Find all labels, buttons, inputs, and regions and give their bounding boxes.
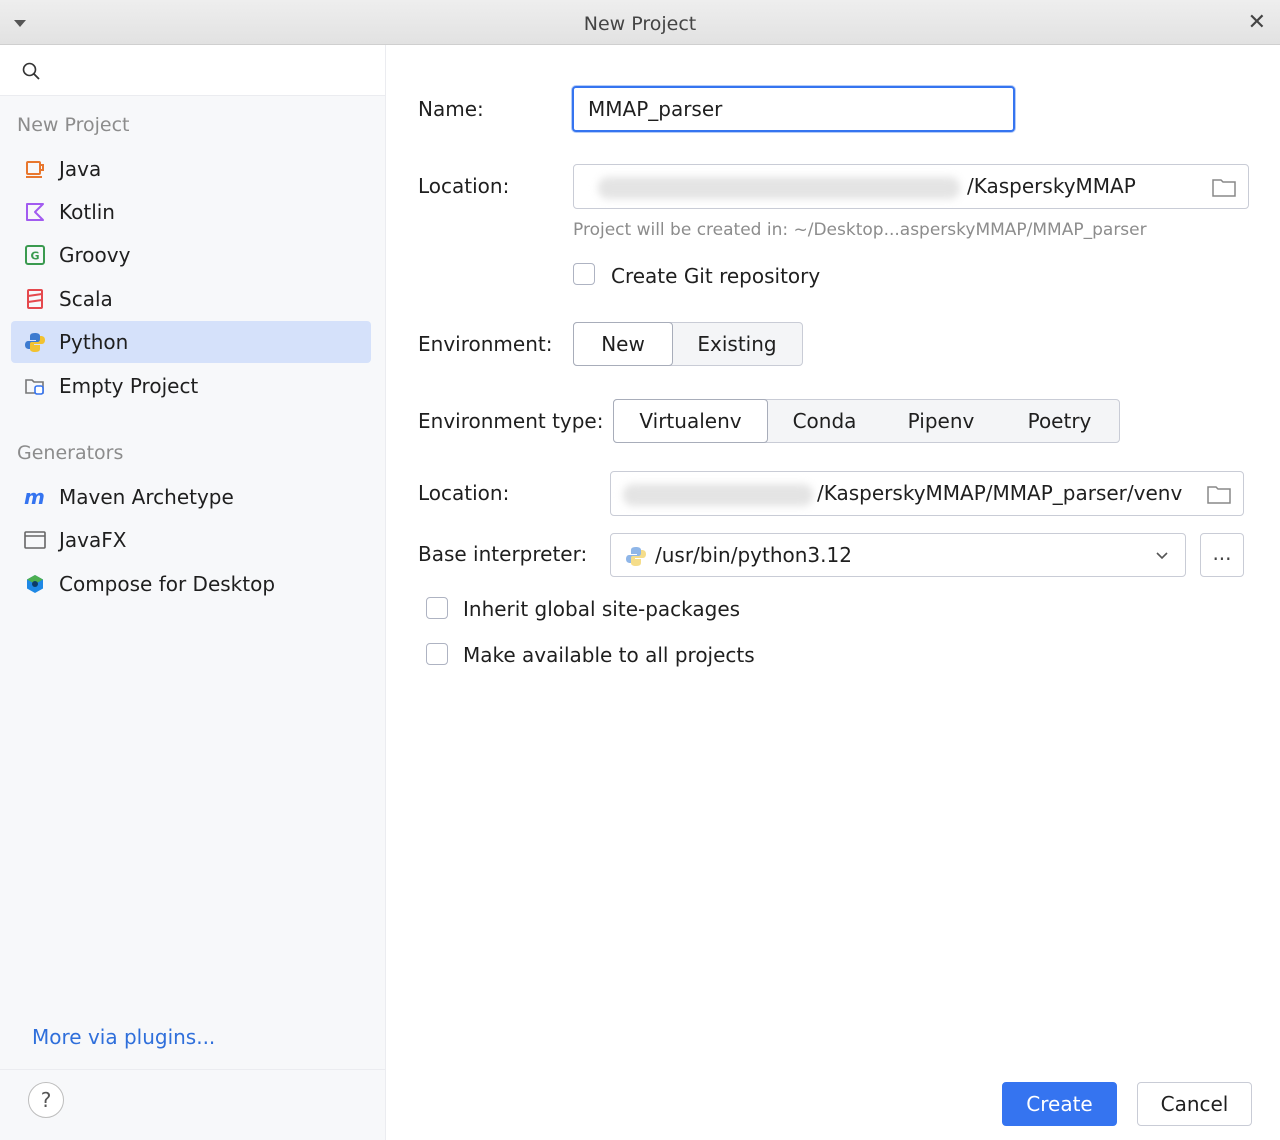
more-via-plugins-link[interactable]: More via plugins... xyxy=(32,1025,215,1049)
svg-text:G: G xyxy=(30,250,39,263)
create-git-label: Create Git repository xyxy=(611,264,821,288)
env-type-pipenv-option[interactable]: Pipenv xyxy=(882,400,1000,442)
sidebar-item-groovy[interactable]: G Groovy xyxy=(11,234,371,276)
folder-icon[interactable] xyxy=(1207,484,1231,504)
sidebar-item-label: Groovy xyxy=(59,243,131,267)
section-generators: Generators xyxy=(17,442,124,464)
sidebar-item-label: JavaFX xyxy=(59,528,127,552)
python-icon xyxy=(626,547,646,566)
location-input[interactable]: /KasperskyMMAP xyxy=(573,164,1249,209)
venv-location-label: Location: xyxy=(418,481,510,505)
location-value: /KasperskyMMAP xyxy=(967,174,1136,198)
empty-project-icon xyxy=(25,379,44,395)
env-type-virtualenv-option[interactable]: Virtualenv xyxy=(613,399,768,443)
make-available-checkbox[interactable] xyxy=(426,643,448,665)
project-path-hint: Project will be created in: ~/Desktop...… xyxy=(573,220,1147,240)
sidebar-item-label: Java xyxy=(59,157,102,181)
venv-location-value: /KasperskyMMAP/MMAP_parser/venv xyxy=(817,481,1183,505)
sidebar-item-compose-for-desktop[interactable]: Compose for Desktop xyxy=(11,563,371,605)
groovy-icon: G xyxy=(25,245,45,265)
kotlin-icon xyxy=(26,203,44,221)
sidebar-item-label: Empty Project xyxy=(59,374,199,398)
name-label: Name: xyxy=(418,97,484,121)
sidebar-item-java[interactable]: Java xyxy=(11,148,371,190)
redacted-path xyxy=(598,177,960,199)
environment-toggle: New Existing xyxy=(573,322,803,366)
redacted-path xyxy=(623,484,813,506)
help-button[interactable]: ? xyxy=(28,1082,64,1118)
scala-icon xyxy=(27,289,43,309)
folder-icon[interactable] xyxy=(1212,177,1236,197)
sidebar-item-python[interactable]: Python xyxy=(11,321,371,363)
create-button[interactable]: Create xyxy=(1002,1082,1117,1126)
create-git-checkbox[interactable] xyxy=(573,263,595,285)
environment-new-option[interactable]: New xyxy=(573,322,673,366)
browse-interpreter-button[interactable]: ... xyxy=(1200,533,1244,577)
inherit-site-packages-label: Inherit global site-packages xyxy=(463,597,741,621)
base-interpreter-label: Base interpreter: xyxy=(418,542,588,566)
maven-icon: m xyxy=(24,486,45,508)
sidebar-item-label: Scala xyxy=(59,287,113,311)
inherit-site-packages-checkbox[interactable] xyxy=(426,597,448,619)
chevron-down-icon xyxy=(1156,552,1168,560)
sidebar-item-javafx[interactable]: JavaFX xyxy=(11,519,371,561)
svg-text:m: m xyxy=(24,486,45,508)
sidebar-item-maven-archetype[interactable]: m Maven Archetype xyxy=(11,476,371,518)
close-icon[interactable]: ✕ xyxy=(1248,10,1266,35)
environment-existing-option[interactable]: Existing xyxy=(672,323,802,365)
title-bar: New Project ✕ xyxy=(0,0,1280,45)
venv-location-input[interactable]: /KasperskyMMAP/MMAP_parser/venv xyxy=(610,471,1244,516)
python-icon xyxy=(25,333,45,352)
compose-icon xyxy=(27,575,43,593)
sidebar-divider xyxy=(0,1069,385,1070)
sidebar-item-label: Python xyxy=(59,330,129,354)
sidebar: New Project Java Kotlin G Groovy Scala P… xyxy=(0,45,386,1140)
javafx-window-icon xyxy=(24,531,46,549)
make-available-label: Make available to all projects xyxy=(463,643,755,667)
env-type-poetry-option[interactable]: Poetry xyxy=(1000,400,1119,442)
search-bar[interactable] xyxy=(0,45,385,96)
sidebar-item-label: Maven Archetype xyxy=(59,485,234,509)
section-new-project: New Project xyxy=(17,114,130,136)
window-title: New Project xyxy=(583,13,697,35)
base-interpreter-value: /usr/bin/python3.12 xyxy=(655,543,852,567)
environment-type-toggle: Virtualenv Conda Pipenv Poetry xyxy=(613,399,1120,443)
java-cup-icon xyxy=(26,161,44,178)
environment-label: Environment: xyxy=(418,332,553,356)
name-value: MMAP_parser xyxy=(588,97,723,121)
name-input[interactable]: MMAP_parser xyxy=(572,86,1015,132)
environment-type-label: Environment type: xyxy=(418,409,604,433)
sidebar-item-label: Compose for Desktop xyxy=(59,572,276,596)
location-label: Location: xyxy=(418,174,510,198)
sidebar-item-scala[interactable]: Scala xyxy=(11,278,371,320)
search-icon xyxy=(22,62,40,80)
sidebar-item-kotlin[interactable]: Kotlin xyxy=(11,191,371,233)
sidebar-item-empty-project[interactable]: Empty Project xyxy=(11,365,371,407)
env-type-conda-option[interactable]: Conda xyxy=(767,400,882,442)
base-interpreter-dropdown[interactable]: /usr/bin/python3.12 xyxy=(610,533,1186,577)
sidebar-item-label: Kotlin xyxy=(59,200,115,224)
cancel-button[interactable]: Cancel xyxy=(1137,1082,1252,1126)
